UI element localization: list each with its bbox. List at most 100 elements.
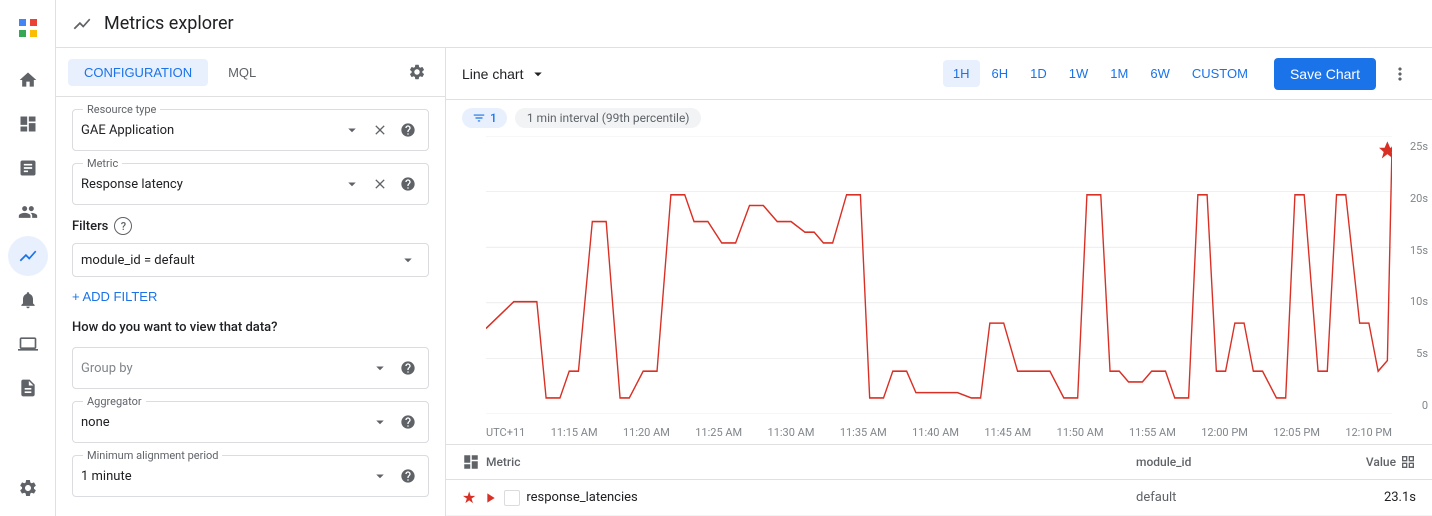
y-label-0: 0 <box>1410 399 1428 412</box>
save-chart-button[interactable]: Save Chart <box>1274 58 1376 90</box>
content-area: CONFIGURATION MQL Resource type GAE Appl… <box>56 48 1432 516</box>
group-by-dropdown-btn[interactable] <box>368 356 392 380</box>
chart-type-label: Line chart <box>462 66 523 82</box>
x-axis-labels: UTC+11 11:15 AM 11:20 AM 11:25 AM 11:30 … <box>486 420 1392 444</box>
row-module-id: default <box>1136 490 1336 505</box>
header-logo-icon <box>72 14 92 34</box>
row-metric-name: response_latencies <box>526 490 637 505</box>
time-btn-1d[interactable]: 1D <box>1020 60 1057 87</box>
metric-help-btn[interactable] <box>396 172 420 196</box>
right-panel: Line chart 1H 6H 1D 1W 1M 6W CUSTOM Save… <box>446 48 1432 516</box>
table-row: ★ response_latencies default 23.1s <box>446 480 1432 516</box>
aggregator-help-btn[interactable] <box>396 410 420 434</box>
col-value-header: Value <box>1366 455 1396 469</box>
interval-badge[interactable]: 1 min interval (99th percentile) <box>515 108 702 128</box>
tab-bar: CONFIGURATION MQL <box>56 48 445 97</box>
chart-type-dropdown-icon <box>529 65 547 83</box>
resource-type-dropdown-btn[interactable] <box>340 118 364 142</box>
view-question: How do you want to view that data? <box>72 320 429 335</box>
aggregator-value[interactable]: none <box>81 415 368 430</box>
resource-type-clear-btn[interactable] <box>368 118 392 142</box>
settings-gear-button[interactable] <box>401 56 433 88</box>
app-logo <box>8 8 48 48</box>
time-btn-1h[interactable]: 1H <box>943 60 980 87</box>
filters-label: Filters <box>72 219 108 234</box>
grid-view-icon[interactable] <box>1400 454 1416 470</box>
chart-legend-bar: 1 1 min interval (99th percentile) <box>446 100 1432 136</box>
more-vert-icon <box>1390 64 1410 84</box>
left-panel: CONFIGURATION MQL Resource type GAE Appl… <box>56 48 446 516</box>
resource-type-field: Resource type GAE Application <box>72 109 429 151</box>
sidebar-item-document[interactable] <box>8 368 48 408</box>
legend-count-badge[interactable]: 1 <box>462 108 507 128</box>
row-star-icon[interactable]: ★ <box>462 488 476 507</box>
filters-help-icon[interactable]: ? <box>114 217 132 235</box>
table-header: Metric module_id Value <box>446 445 1432 480</box>
show-advanced-button[interactable]: SHOW ADVANCED OPTIONS <box>72 509 269 516</box>
time-btn-custom[interactable]: CUSTOM <box>1182 60 1258 87</box>
sidebar-item-settings[interactable] <box>8 468 48 508</box>
sidebar <box>0 0 56 516</box>
group-by-help-btn[interactable] <box>396 356 420 380</box>
sidebar-item-home[interactable] <box>8 60 48 100</box>
y-label-10s: 10s <box>1410 295 1428 308</box>
legend-count: 1 <box>490 111 497 125</box>
metric-dropdown-btn[interactable] <box>340 172 364 196</box>
col-metric-header: Metric <box>486 455 520 469</box>
sidebar-item-monitor[interactable] <box>8 324 48 364</box>
group-by-placeholder[interactable]: Group by <box>81 361 368 376</box>
page-title: Metrics explorer <box>104 13 234 34</box>
top-header: Metrics explorer <box>56 0 1432 48</box>
metric-value[interactable]: Response latency <box>81 177 340 192</box>
tab-mql[interactable]: MQL <box>212 59 272 86</box>
metric-label: Metric <box>83 157 122 170</box>
sidebar-item-chart[interactable] <box>8 236 48 276</box>
y-label-20s: 20s <box>1410 192 1428 205</box>
filter-value[interactable]: module_id = default <box>81 253 195 268</box>
sidebar-item-table[interactable] <box>8 148 48 188</box>
resource-type-help-btn[interactable] <box>396 118 420 142</box>
resource-type-value[interactable]: GAE Application <box>81 123 340 138</box>
add-filter-button[interactable]: + ADD FILTER <box>72 285 157 308</box>
min-alignment-dropdown-btn[interactable] <box>368 464 392 488</box>
y-axis-labels: 25s 20s 15s 10s 5s 0 <box>1410 136 1428 416</box>
sidebar-item-bell[interactable] <box>8 280 48 320</box>
y-label-15s: 15s <box>1410 244 1428 257</box>
time-btn-1w[interactable]: 1W <box>1059 60 1099 87</box>
sidebar-item-dashboard[interactable] <box>8 104 48 144</box>
time-btn-6h[interactable]: 6H <box>982 60 1019 87</box>
time-range-buttons: 1H 6H 1D 1W 1M 6W CUSTOM <box>943 60 1258 87</box>
resource-type-label: Resource type <box>83 103 160 116</box>
table-chart-icon <box>462 453 480 471</box>
chart-type-button[interactable]: Line chart <box>462 65 547 83</box>
chart-toolbar: Line chart 1H 6H 1D 1W 1M 6W CUSTOM Save… <box>446 48 1432 100</box>
min-alignment-field: Minimum alignment period 1 minute <box>72 455 429 497</box>
filter-list-icon <box>472 111 486 125</box>
metric-field: Metric Response latency <box>72 163 429 205</box>
row-value: 23.1s <box>1336 490 1416 505</box>
metric-clear-btn[interactable] <box>368 172 392 196</box>
group-by-field: Group by <box>72 347 429 389</box>
aggregator-field: Aggregator none <box>72 401 429 443</box>
row-arrow-icon <box>482 490 498 506</box>
more-options-button[interactable] <box>1384 58 1416 90</box>
filter-expand-btn[interactable] <box>396 248 420 272</box>
min-alignment-help-btn[interactable] <box>396 464 420 488</box>
y-label-5s: 5s <box>1410 347 1428 360</box>
form-section: Resource type GAE Application <box>56 97 445 516</box>
time-btn-6w[interactable]: 6W <box>1140 60 1180 87</box>
min-alignment-label: Minimum alignment period <box>83 449 222 462</box>
filter-chip: module_id = default <box>72 243 429 277</box>
sidebar-item-people[interactable] <box>8 192 48 232</box>
chart-area: 25s 20s 15s 10s 5s 0 UTC+11 11:15 AM 11:… <box>446 136 1432 444</box>
aggregator-label: Aggregator <box>83 395 146 408</box>
min-alignment-value[interactable]: 1 minute <box>81 469 368 484</box>
tab-configuration[interactable]: CONFIGURATION <box>68 59 208 86</box>
main-content: Metrics explorer CONFIGURATION MQL Resou… <box>56 0 1432 516</box>
y-label-25s: 25s <box>1410 140 1428 153</box>
data-table: Metric module_id Value ★ re <box>446 444 1432 516</box>
time-btn-1m[interactable]: 1M <box>1100 60 1138 87</box>
row-checkbox[interactable] <box>504 490 520 506</box>
aggregator-dropdown-btn[interactable] <box>368 410 392 434</box>
col-module-header: module_id <box>1136 455 1336 469</box>
